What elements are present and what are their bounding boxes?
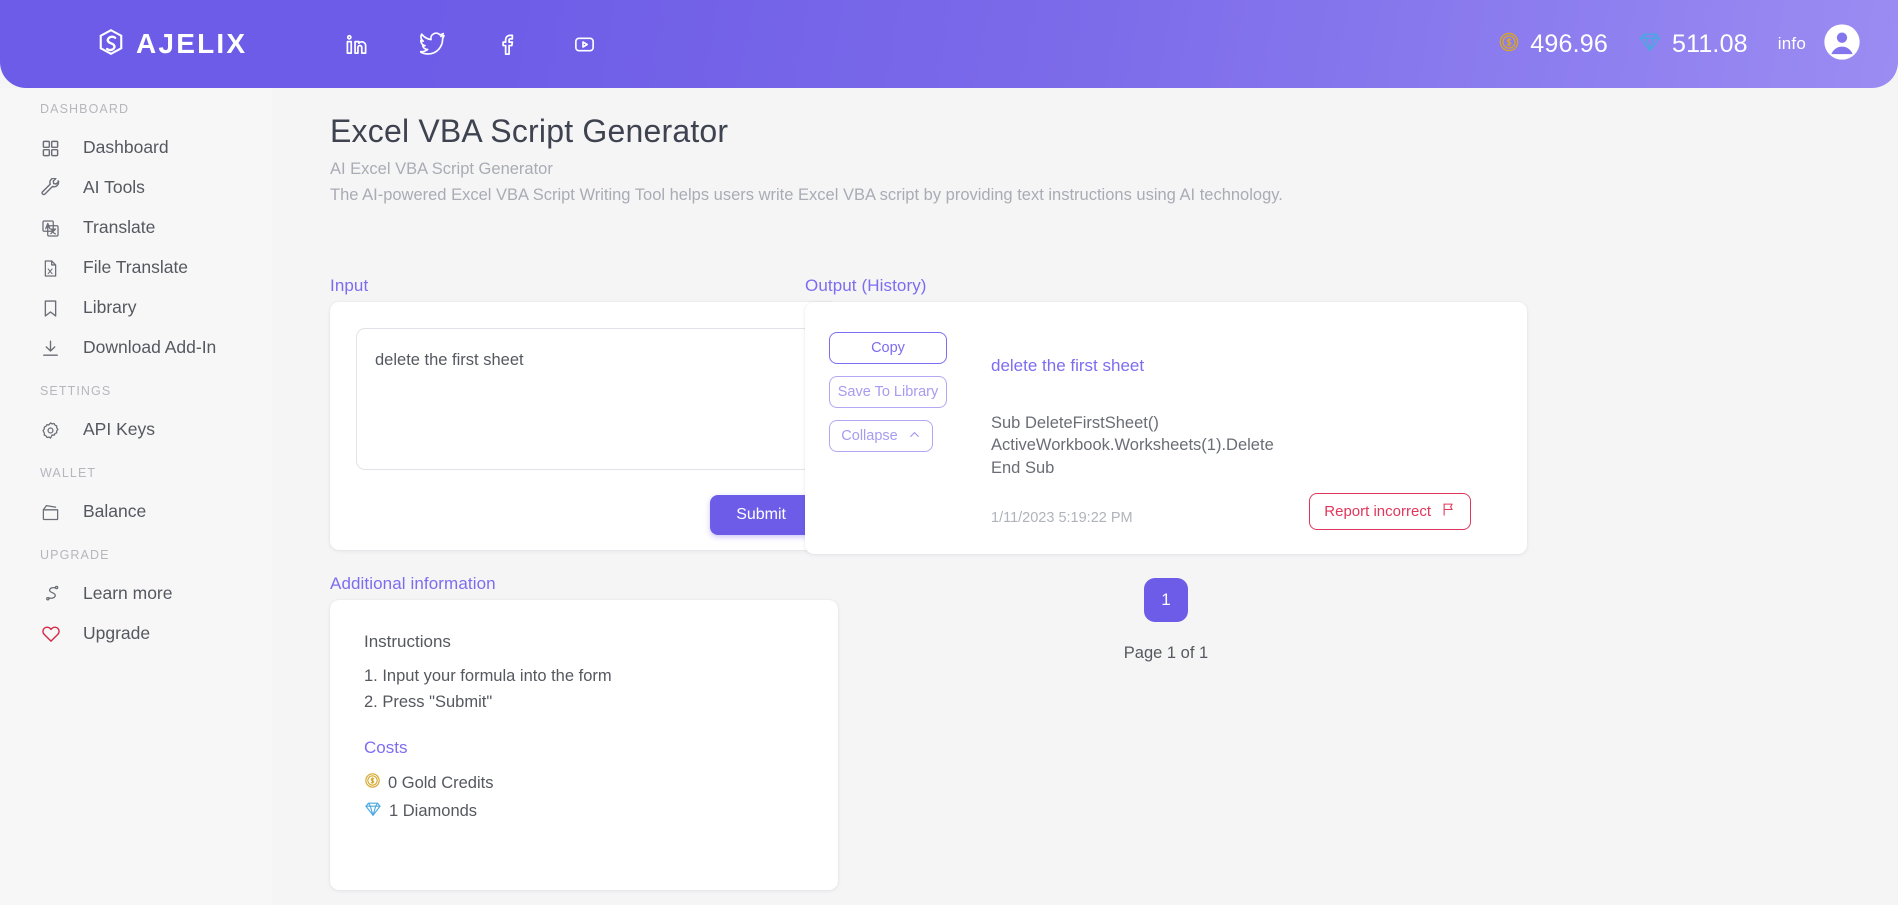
wallet-icon: [40, 502, 61, 523]
output-history-card: Copy Save To Library Collapse delete the…: [805, 302, 1527, 554]
download-icon: [40, 338, 61, 359]
sidebar-item-label: Balance: [83, 501, 147, 522]
flag-icon: [1441, 502, 1456, 521]
chevron-up-icon: [908, 428, 921, 445]
output-timestamp: 1/11/2023 5:19:22 PM: [991, 510, 1133, 527]
sidebar-section-dashboard-title: DASHBOARD: [40, 102, 130, 116]
bookmark-icon: [40, 298, 61, 319]
code-line: Sub DeleteFirstSheet(): [991, 414, 1159, 432]
page-number-button[interactable]: 1: [1144, 578, 1188, 622]
gear-icon: [40, 420, 61, 441]
diamond-icon: [364, 800, 382, 823]
linkedin-icon[interactable]: [318, 22, 394, 66]
main-content: Excel VBA Script Generator AI Excel VBA …: [272, 88, 1898, 905]
gold-credits-indicator[interactable]: 496.96: [1498, 30, 1608, 59]
cost-row-diamonds: 1 Diamonds: [364, 800, 804, 823]
additional-information-label: Additional information: [330, 574, 496, 593]
youtube-icon[interactable]: [546, 22, 622, 66]
brand-logo[interactable]: AJELIX: [96, 27, 247, 62]
sidebar-item-label: Library: [83, 297, 137, 318]
header-account-area: 496.96 511.08 info: [1498, 22, 1862, 67]
output-code-block: Sub DeleteFirstSheet() ActiveWorkbook.Wo…: [991, 412, 1503, 479]
additional-information-card: Instructions 1. Input your formula into …: [330, 600, 838, 890]
output-entry: delete the first sheet Sub DeleteFirstSh…: [979, 328, 1503, 531]
submit-button[interactable]: Submit: [710, 495, 812, 535]
code-line: End Sub: [991, 458, 1055, 477]
submit-row: Submit: [356, 495, 812, 535]
sidebar-item-label: File Translate: [83, 257, 189, 278]
input-card: Submit: [330, 302, 838, 550]
facebook-icon[interactable]: [470, 22, 546, 66]
page-status: Page 1 of 1: [1123, 644, 1209, 662]
sidebar-item-file-translate[interactable]: File Translate: [0, 248, 272, 288]
file-excel-icon: [40, 258, 61, 279]
diamond-icon: [1638, 30, 1662, 59]
save-to-library-button[interactable]: Save To Library: [829, 376, 947, 408]
diamonds-value: 511.08: [1671, 29, 1748, 58]
page-description: The AI-powered Excel VBA Script Writing …: [330, 186, 1283, 204]
sidebar-item-balance[interactable]: Balance: [0, 492, 272, 532]
output-section-label: Output (History): [805, 276, 927, 295]
output-entry-footer: 1/11/2023 5:19:22 PM Report incorrect: [991, 493, 1503, 531]
collapse-button[interactable]: Collapse: [829, 420, 933, 452]
top-header-bar: AJELIX 496.96 511.08 info: [0, 0, 1898, 88]
gold-coin-icon: [364, 772, 381, 794]
path-icon: [40, 584, 61, 605]
sidebar-item-label: API Keys: [83, 419, 155, 440]
gold-credits-value: 496.96: [1530, 29, 1608, 58]
sidebar-item-dashboard[interactable]: Dashboard: [0, 128, 272, 168]
sidebar-item-translate[interactable]: Translate: [0, 208, 272, 248]
report-label: Report incorrect: [1324, 503, 1431, 521]
cost-label: 1 Diamonds: [389, 802, 478, 820]
gold-coin-icon: [1498, 31, 1520, 58]
instruction-step: 1. Input your formula into the form: [364, 667, 612, 685]
sidebar: DASHBOARD Dashboard AI Tools Translate F…: [0, 88, 272, 905]
collapse-label: Collapse: [841, 428, 898, 444]
sidebar-item-learn-more[interactable]: Learn more: [0, 574, 272, 614]
sidebar-item-label: Translate: [83, 217, 156, 238]
twitter-icon[interactable]: [394, 22, 470, 66]
costs-heading: Costs: [364, 738, 408, 757]
cost-label: 0 Gold Credits: [388, 773, 494, 792]
heart-icon: [40, 624, 61, 645]
sidebar-item-label: Upgrade: [83, 623, 151, 644]
grid-icon: [40, 138, 61, 159]
sidebar-section-upgrade-title: UPGRADE: [40, 548, 110, 562]
code-line: ActiveWorkbook.Worksheets(1).Delete: [991, 436, 1274, 455]
wrench-icon: [40, 178, 61, 199]
sidebar-item-library[interactable]: Library: [0, 288, 272, 328]
sidebar-section-wallet-title: WALLET: [40, 466, 97, 480]
social-links: [318, 22, 622, 66]
avatar[interactable]: [1822, 22, 1862, 67]
sidebar-item-label: AI Tools: [83, 177, 145, 198]
copy-button[interactable]: Copy: [829, 332, 947, 364]
instructions-heading: Instructions: [364, 632, 451, 651]
pagination: 1 Page 1 of 1: [805, 578, 1527, 663]
brand-name: AJELIX: [136, 28, 248, 59]
report-incorrect-button[interactable]: Report incorrect: [1309, 493, 1471, 531]
output-action-buttons: Copy Save To Library Collapse: [829, 328, 979, 528]
sidebar-item-ai-tools[interactable]: AI Tools: [0, 168, 272, 208]
page-title: Excel VBA Script Generator: [330, 113, 729, 149]
ajelix-swirl-icon: [96, 27, 126, 62]
cost-row-gold: 0 Gold Credits: [364, 772, 804, 794]
diamonds-indicator[interactable]: 511.08: [1638, 30, 1748, 59]
sidebar-section-settings-title: SETTINGS: [40, 384, 112, 398]
sidebar-item-label: Dashboard: [83, 137, 169, 158]
instruction-step: 2. Press "Submit": [364, 693, 493, 711]
sidebar-item-api-keys[interactable]: API Keys: [0, 410, 272, 450]
sidebar-item-label: Learn more: [83, 583, 173, 604]
sidebar-item-upgrade[interactable]: Upgrade: [0, 614, 272, 654]
sidebar-item-label: Download Add-In: [83, 337, 217, 358]
translate-icon: [40, 218, 61, 239]
formula-input[interactable]: [356, 328, 812, 470]
info-link[interactable]: info: [1778, 34, 1806, 54]
page-subtitle: AI Excel VBA Script Generator: [330, 160, 553, 178]
input-section-label: Input: [330, 276, 369, 295]
output-entry-title: delete the first sheet: [991, 356, 1145, 375]
sidebar-item-download-add-in[interactable]: Download Add-In: [0, 328, 272, 368]
